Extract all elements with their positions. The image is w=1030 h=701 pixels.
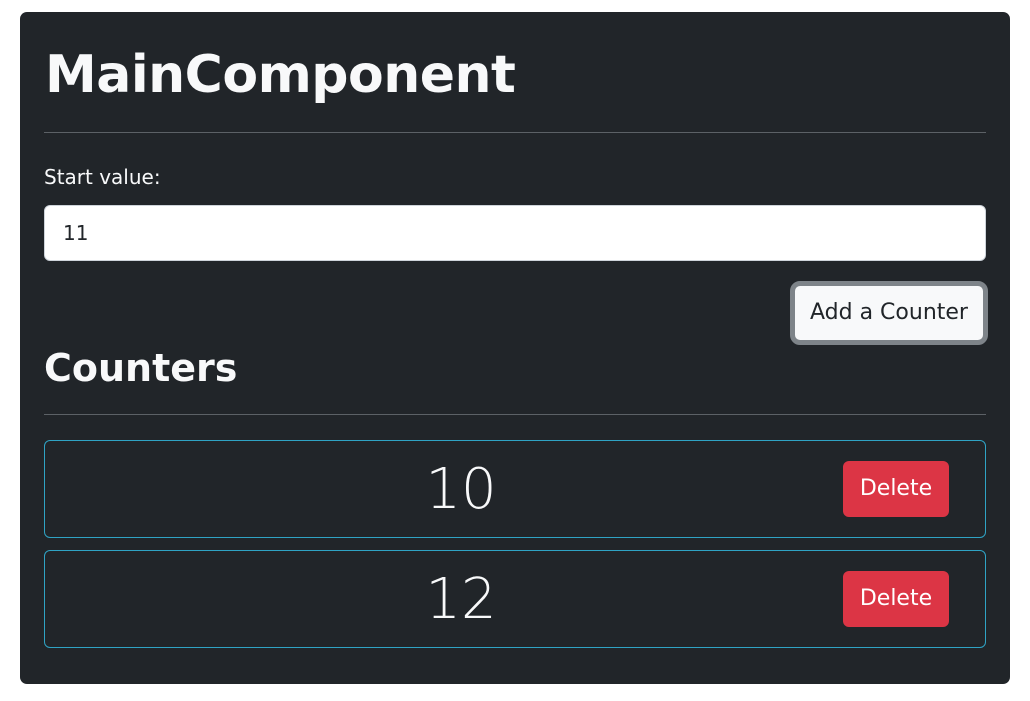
start-value-input[interactable]	[44, 205, 986, 261]
counters-divider	[44, 414, 986, 415]
counter-card: 12 Delete	[44, 550, 986, 648]
counter-value: 12	[425, 567, 497, 632]
add-counter-button[interactable]: Add a Counter	[790, 281, 988, 345]
counter-card: 10 Delete	[44, 440, 986, 538]
delete-counter-button[interactable]: Delete	[843, 461, 949, 517]
counter-value: 10	[425, 457, 497, 522]
title-divider	[44, 132, 986, 133]
counters-heading: Counters	[44, 346, 238, 390]
delete-counter-button[interactable]: Delete	[843, 571, 949, 627]
start-value-label: Start value:	[44, 165, 161, 189]
page-title: MainComponent	[45, 45, 516, 105]
main-component-panel: MainComponent Start value: Add a Counter…	[20, 12, 1010, 684]
